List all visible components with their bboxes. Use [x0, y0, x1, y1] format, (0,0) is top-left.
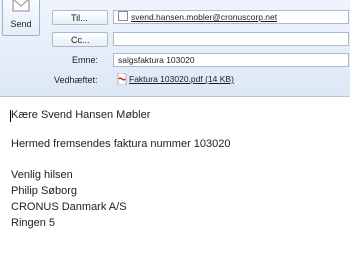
recipient-address[interactable]: svend.hansen.mobler@cronuscorp.net — [131, 12, 277, 22]
pdf-file-icon — [117, 72, 127, 87]
attachment-item[interactable]: Faktura 103020.pdf (14 KB) — [117, 72, 234, 87]
message-line: Hermed fremsendes faktura nummer 103020 — [11, 138, 231, 150]
signature-address: Ringen 5 — [11, 217, 56, 229]
signature-name: Philip Søborg — [11, 185, 78, 197]
cc-field[interactable] — [113, 32, 349, 46]
send-label: Send — [10, 19, 32, 29]
contact-icon — [118, 11, 128, 21]
subject-value: salgsfaktura 103020 — [118, 55, 195, 65]
signature-company: CRONUS Danmark A/S — [11, 201, 127, 213]
greeting-line: Kære Svend Hansen Møbler — [11, 109, 151, 121]
message-header: Send Til... svend.hansen.mobler@cronusco… — [0, 0, 350, 97]
subject-label: Emne: — [72, 55, 99, 65]
attachment-name: Faktura 103020.pdf (14 KB) — [129, 74, 234, 84]
attached-label: Vedhæftet: — [54, 75, 98, 85]
send-mail-icon — [12, 0, 30, 12]
to-button[interactable]: Til... — [52, 10, 108, 25]
to-button-label: Til... — [71, 13, 88, 23]
closing-line: Venlig hilsen — [11, 169, 73, 181]
to-field[interactable]: svend.hansen.mobler@cronuscorp.net — [113, 10, 349, 24]
cc-button-label: Cc... — [71, 35, 90, 45]
cc-button[interactable]: Cc... — [52, 32, 108, 47]
subject-field[interactable]: salgsfaktura 103020 — [113, 53, 349, 67]
send-button[interactable]: Send — [2, 0, 40, 36]
